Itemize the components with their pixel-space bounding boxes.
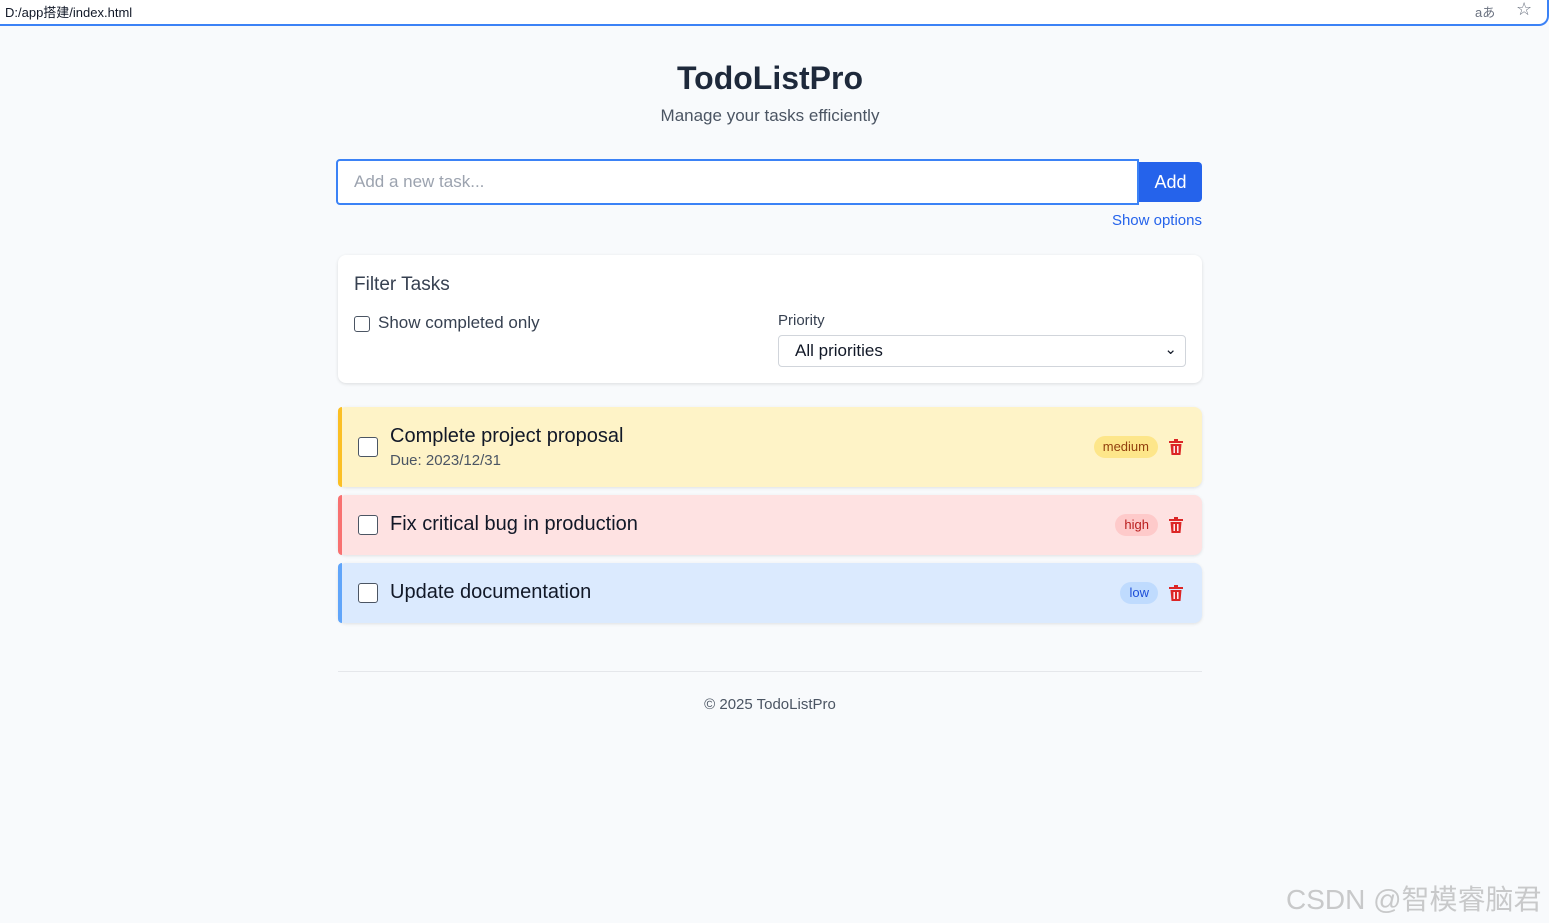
task-title: Complete project proposal: [390, 425, 624, 447]
trash-icon[interactable]: [1169, 585, 1183, 601]
task-item: Fix critical bug in production high: [338, 495, 1202, 555]
priority-badge: medium: [1093, 436, 1158, 458]
watermark: CSDN @智模睿脑君: [1286, 884, 1542, 915]
task-checkbox[interactable]: [358, 515, 378, 535]
priority-selected-value: All priorities: [795, 341, 883, 360]
star-icon[interactable]: ☆: [1516, 0, 1532, 20]
address-bar[interactable]: D:/app搭建/index.html aあ ☆: [0, 0, 1549, 26]
new-task-input[interactable]: [336, 159, 1139, 205]
footer-divider: [338, 671, 1202, 672]
priority-select[interactable]: All priorities ⌄: [778, 335, 1186, 367]
task-title: Fix critical bug in production: [390, 513, 638, 535]
priority-badge: high: [1115, 514, 1158, 536]
add-task-row: Add: [336, 159, 1202, 205]
priority-bar: [338, 407, 342, 487]
priority-bar: [338, 495, 342, 555]
chevron-down-icon: ⌄: [1164, 341, 1177, 358]
address-url[interactable]: D:/app搭建/index.html: [5, 2, 132, 21]
task-due-date: Due: 2023/12/31: [390, 452, 501, 469]
footer-copyright: © 2025 TodoListPro: [704, 696, 836, 713]
task-item: Update documentation low: [338, 563, 1202, 623]
show-options-link[interactable]: Show options: [1112, 212, 1202, 229]
priority-label: Priority: [778, 312, 825, 329]
show-completed-checkbox[interactable]: [354, 316, 370, 332]
page-subtitle: Manage your tasks efficiently: [660, 106, 880, 125]
task-title: Update documentation: [390, 581, 592, 603]
task-checkbox[interactable]: [358, 583, 378, 603]
task-checkbox[interactable]: [358, 437, 378, 457]
task-item: Complete project proposal Due: 2023/12/3…: [338, 407, 1202, 487]
translate-icon[interactable]: aあ: [1475, 2, 1495, 21]
filter-panel: Filter Tasks Show completed only Priorit…: [338, 255, 1202, 383]
trash-icon[interactable]: [1169, 517, 1183, 533]
priority-badge: low: [1120, 582, 1158, 604]
filter-title: Filter Tasks: [354, 274, 450, 295]
show-completed-label[interactable]: Show completed only: [378, 313, 540, 333]
add-button[interactable]: Add: [1139, 162, 1202, 202]
priority-bar: [338, 563, 342, 623]
trash-icon[interactable]: [1169, 439, 1183, 455]
page-title: TodoListPro: [676, 60, 864, 96]
